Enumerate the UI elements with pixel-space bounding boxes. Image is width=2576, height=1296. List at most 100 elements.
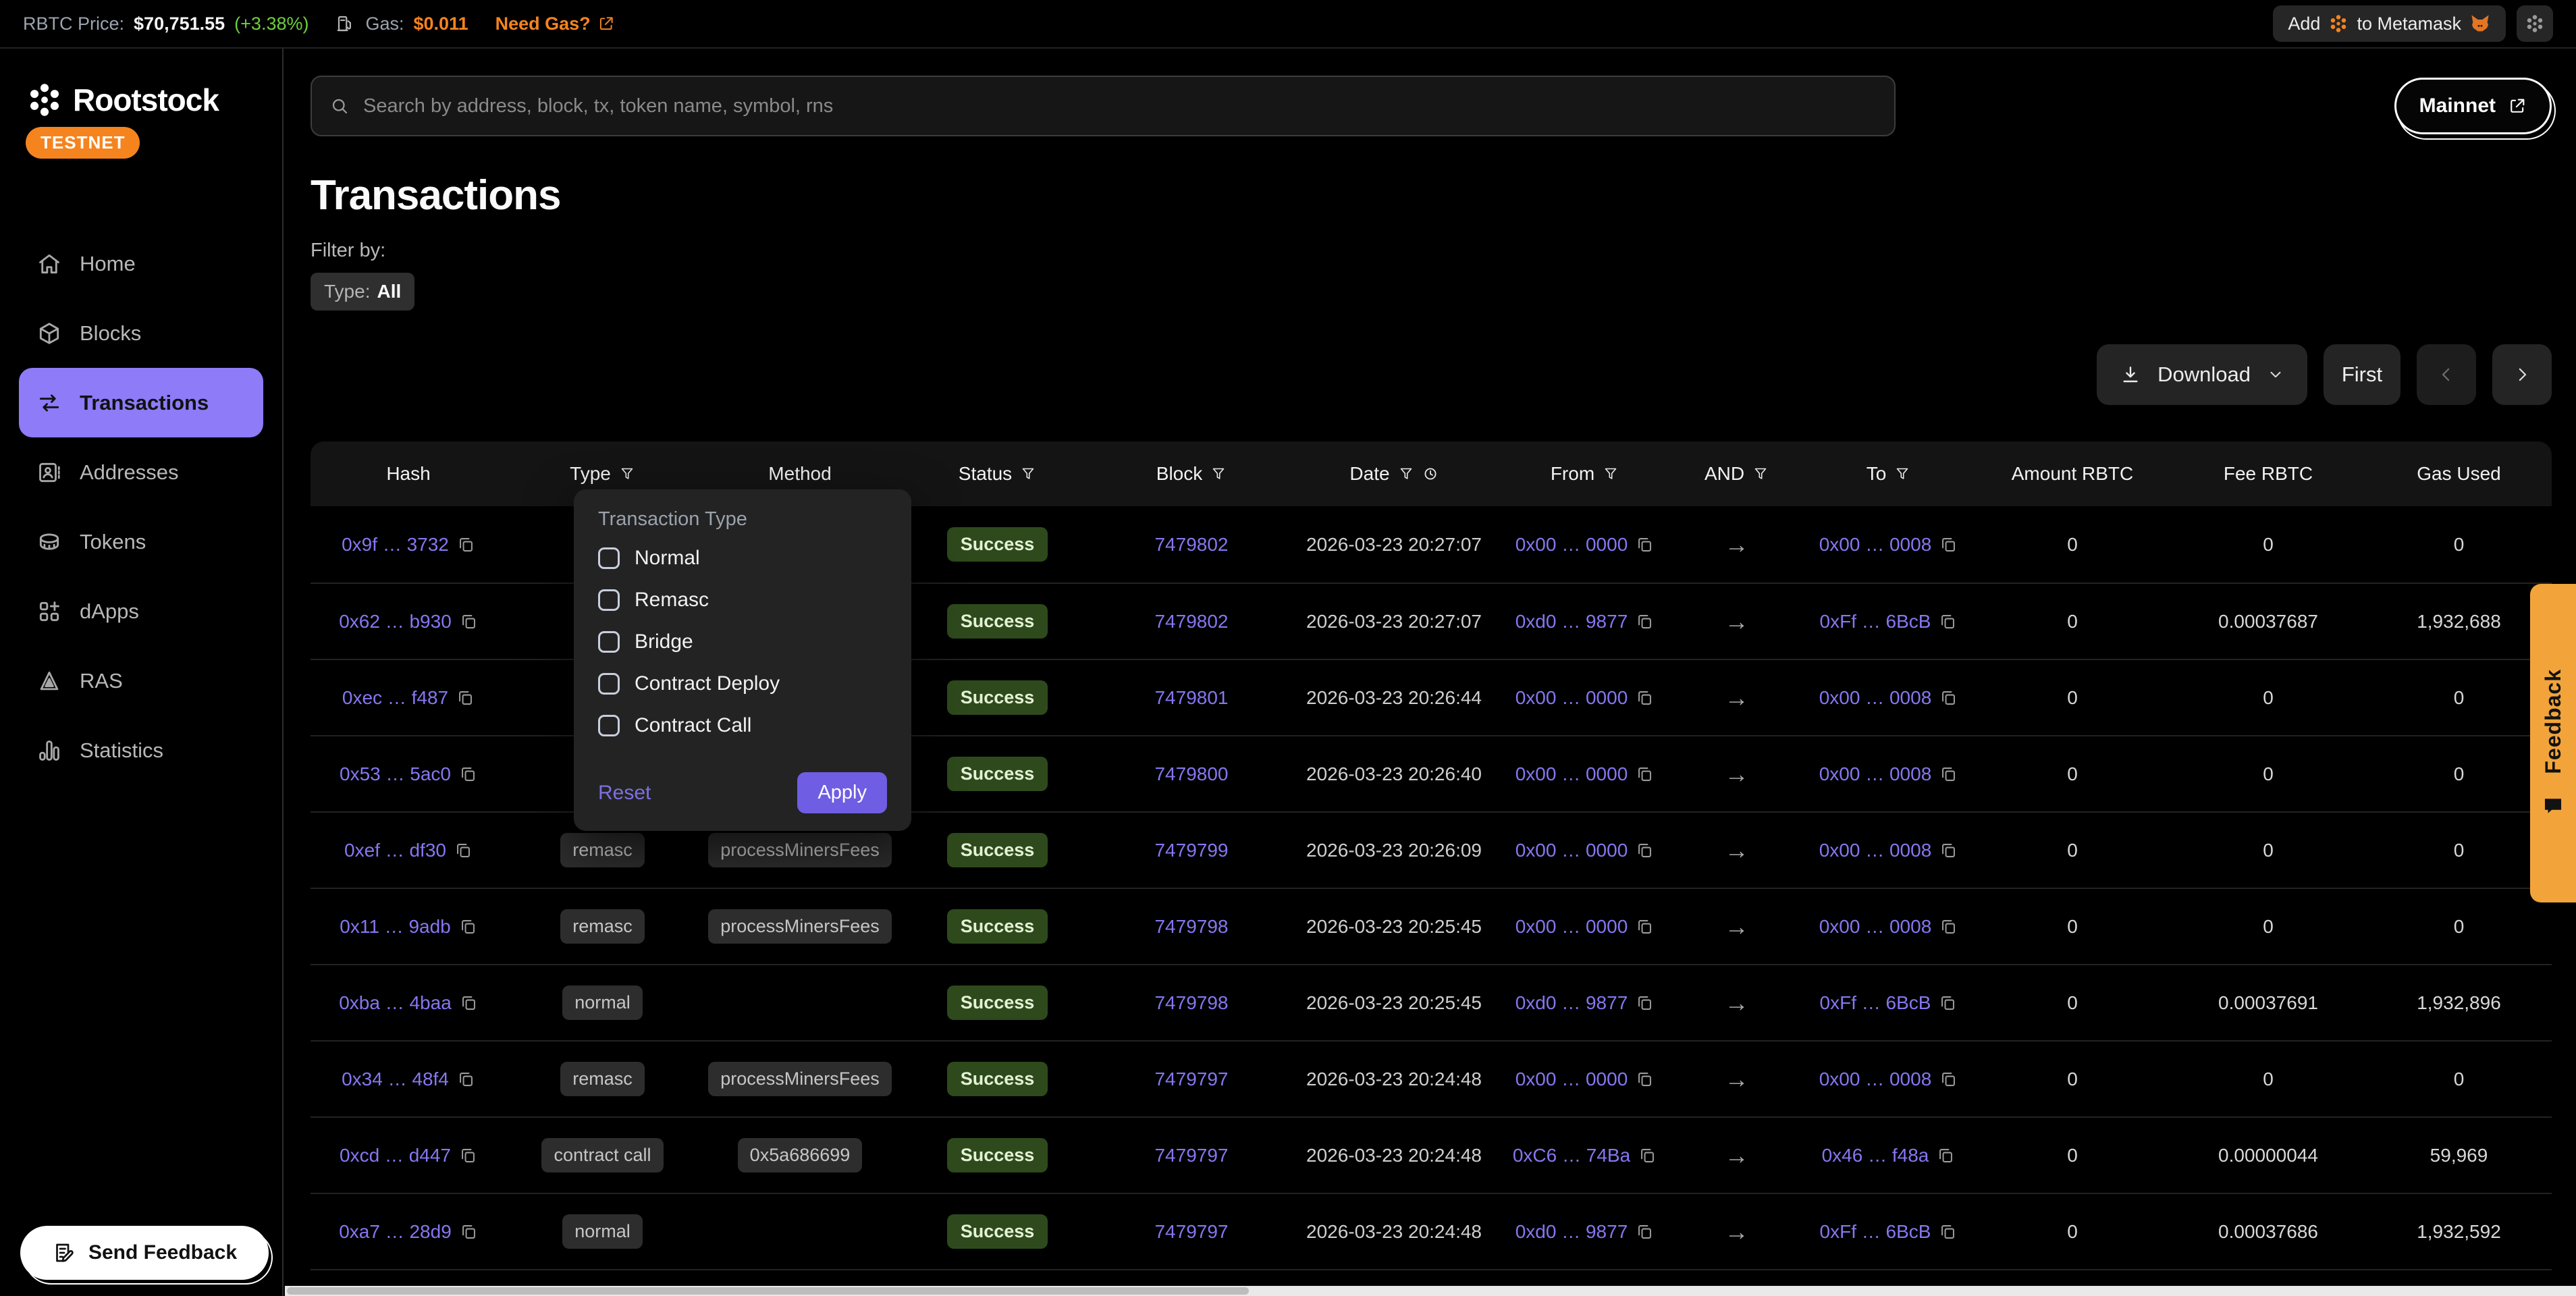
copy-icon[interactable] [1939, 535, 1958, 554]
copy-icon[interactable] [1636, 841, 1654, 859]
previous-page-button[interactable] [2417, 344, 2476, 405]
col-header-date[interactable]: Date [1289, 463, 1499, 485]
block-link[interactable]: 7479799 [1154, 840, 1228, 861]
copy-icon[interactable] [459, 1146, 477, 1164]
col-header-from[interactable]: From [1499, 463, 1671, 485]
copy-icon[interactable] [1636, 688, 1654, 707]
from-address-link[interactable]: 0xd0 … 9877 [1515, 992, 1628, 1014]
col-header-status[interactable]: Status [901, 463, 1094, 485]
copy-icon[interactable] [1939, 994, 1957, 1012]
add-to-metamask-button[interactable]: Add to Metamask [2273, 5, 2506, 42]
tx-hash-link[interactable]: 0xec … f487 [342, 687, 448, 709]
block-link[interactable]: 7479802 [1154, 534, 1228, 556]
tx-hash-link[interactable]: 0xa7 … 28d9 [339, 1221, 452, 1243]
copy-icon[interactable] [459, 765, 477, 783]
to-address-link[interactable]: 0x00 … 0008 [1819, 840, 1932, 861]
tx-hash-link[interactable]: 0x53 … 5ac0 [340, 763, 451, 785]
filter-option-normal[interactable]: Normal [598, 544, 887, 572]
filter-option-bridge[interactable]: Bridge [598, 628, 887, 656]
block-link[interactable]: 7479797 [1154, 1145, 1228, 1166]
filter-option-remasc[interactable]: Remasc [598, 586, 887, 614]
rootstock-network-button[interactable] [2517, 5, 2553, 42]
sidebar-item-tokens[interactable]: Tokens [19, 507, 263, 576]
to-address-link[interactable]: 0x00 … 0008 [1819, 1069, 1932, 1090]
copy-icon[interactable] [1636, 535, 1654, 554]
to-address-link[interactable]: 0x00 … 0008 [1819, 763, 1932, 785]
from-address-link[interactable]: 0x00 … 0000 [1515, 534, 1628, 556]
copy-icon[interactable] [460, 1222, 478, 1241]
from-address-link[interactable]: 0xd0 … 9877 [1515, 611, 1628, 632]
to-address-link[interactable]: 0xFf … 6BcB [1820, 611, 1931, 632]
col-header-to[interactable]: To [1802, 463, 1975, 485]
col-header-type[interactable]: Type [506, 463, 699, 485]
block-link[interactable]: 7479797 [1154, 1069, 1228, 1090]
copy-icon[interactable] [1939, 1070, 1958, 1088]
copy-icon[interactable] [1939, 917, 1958, 936]
copy-icon[interactable] [459, 917, 477, 936]
send-feedback-button[interactable]: Send Feedback [20, 1226, 269, 1280]
sidebar-item-transactions[interactable]: Transactions [19, 368, 263, 437]
copy-icon[interactable] [456, 688, 475, 707]
copy-icon[interactable] [1636, 612, 1654, 630]
copy-icon[interactable] [457, 1070, 475, 1088]
to-address-link[interactable]: 0x46 … f48a [1822, 1145, 1929, 1166]
tx-hash-link[interactable]: 0xef … df30 [344, 840, 446, 861]
copy-icon[interactable] [1937, 1146, 1955, 1164]
clock-icon[interactable] [1422, 466, 1439, 482]
copy-icon[interactable] [1636, 1222, 1654, 1241]
need-gas-link[interactable]: Need Gas? [495, 14, 615, 34]
filter-option-contract-deploy[interactable]: Contract Deploy [598, 670, 887, 698]
filter-funnel-icon[interactable] [1894, 466, 1910, 482]
block-link[interactable]: 7479801 [1154, 687, 1228, 709]
from-address-link[interactable]: 0x00 … 0000 [1515, 687, 1628, 709]
to-address-link[interactable]: 0x00 … 0008 [1819, 687, 1932, 709]
from-address-link[interactable]: 0xC6 … 74Ba [1513, 1145, 1630, 1166]
search-input[interactable] [363, 95, 1877, 117]
copy-icon[interactable] [1939, 1222, 1957, 1241]
tx-hash-link[interactable]: 0x11 … 9adb [340, 916, 451, 938]
tx-hash-link[interactable]: 0x34 … 48f4 [342, 1069, 449, 1090]
from-address-link[interactable]: 0x00 … 0000 [1515, 763, 1628, 785]
from-address-link[interactable]: 0xd0 … 9877 [1515, 1221, 1628, 1243]
reset-button[interactable]: Reset [598, 782, 651, 805]
checkbox-unchecked[interactable] [598, 673, 620, 695]
copy-icon[interactable] [1636, 765, 1654, 783]
to-address-link[interactable]: 0xFf … 6BcB [1820, 992, 1931, 1014]
from-address-link[interactable]: 0x00 … 0000 [1515, 840, 1628, 861]
tx-hash-link[interactable]: 0x9f … 3732 [342, 534, 449, 556]
sidebar-item-dapps[interactable]: dApps [19, 576, 263, 646]
checkbox-unchecked[interactable] [598, 631, 620, 653]
copy-icon[interactable] [1939, 612, 1957, 630]
download-button[interactable]: Download [2097, 344, 2307, 405]
block-link[interactable]: 7479797 [1154, 1221, 1228, 1243]
col-header-and[interactable]: AND [1671, 463, 1802, 485]
filter-funnel-icon[interactable] [1398, 466, 1414, 482]
to-address-link[interactable]: 0x00 … 0008 [1819, 534, 1932, 556]
copy-icon[interactable] [1939, 765, 1958, 783]
filter-funnel-icon[interactable] [1752, 466, 1769, 482]
from-address-link[interactable]: 0x00 … 0000 [1515, 1069, 1628, 1090]
tx-hash-link[interactable]: 0xcd … d447 [340, 1145, 451, 1166]
mainnet-button[interactable]: Mainnet [2394, 78, 2552, 134]
from-address-link[interactable]: 0x00 … 0000 [1515, 916, 1628, 938]
tx-hash-link[interactable]: 0x62 … b930 [339, 611, 452, 632]
block-link[interactable]: 7479798 [1154, 916, 1228, 938]
copy-icon[interactable] [1636, 917, 1654, 936]
sidebar-item-ras[interactable]: RAS [19, 646, 263, 716]
type-filter-chip[interactable]: Type: All [311, 273, 414, 310]
apply-button[interactable]: Apply [797, 772, 887, 813]
feedback-tab[interactable]: Feedback [2530, 584, 2576, 902]
filter-funnel-icon[interactable] [619, 466, 635, 482]
block-link[interactable]: 7479802 [1154, 611, 1228, 632]
sidebar-item-statistics[interactable]: Statistics [19, 716, 263, 785]
to-address-link[interactable]: 0x00 … 0008 [1819, 916, 1932, 938]
horizontal-scrollbar[interactable] [285, 1286, 2576, 1296]
filter-funnel-icon[interactable] [1210, 466, 1227, 482]
sidebar-item-addresses[interactable]: Addresses [19, 437, 263, 507]
tx-hash-link[interactable]: 0xba … 4baa [339, 992, 452, 1014]
copy-icon[interactable] [1939, 841, 1958, 859]
brand-logo[interactable]: Rootstock [19, 81, 263, 119]
copy-icon[interactable] [1638, 1146, 1657, 1164]
copy-icon[interactable] [454, 841, 473, 859]
sidebar-item-home[interactable]: Home [19, 229, 263, 298]
